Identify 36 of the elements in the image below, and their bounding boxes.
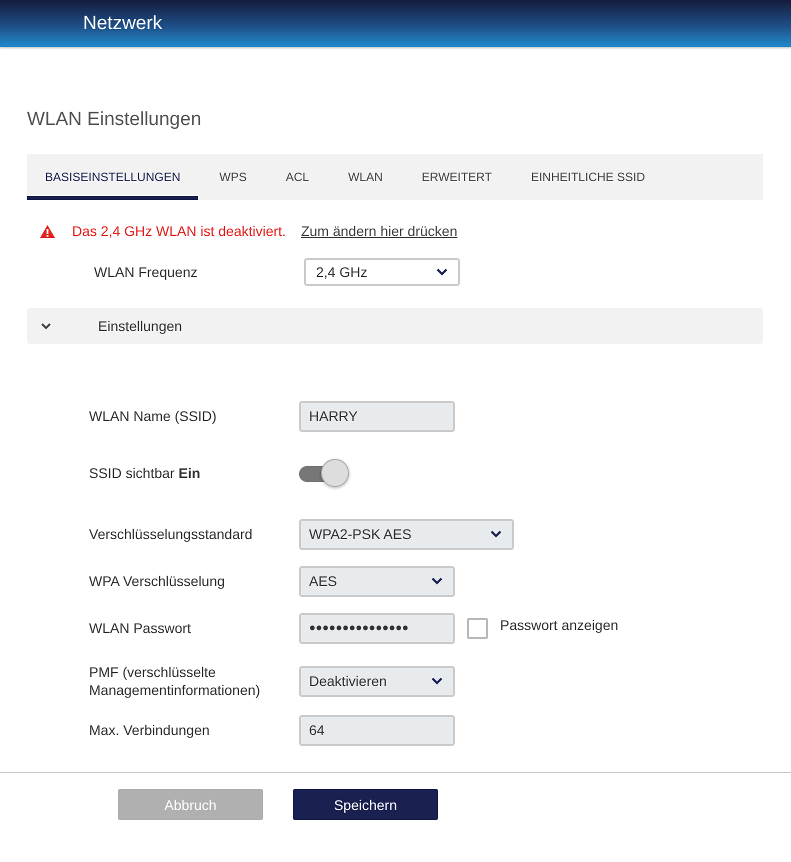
chevron-down-icon [431, 577, 443, 585]
save-button[interactable]: Speichern [293, 789, 438, 820]
app-title: Netzwerk [83, 12, 162, 34]
frequency-dropdown[interactable]: 2,4 GHz [304, 258, 460, 286]
tab[interactable]: EINHEITLICHE SSID [512, 154, 663, 200]
tab[interactable]: WLAN [330, 154, 401, 200]
chevron-down-icon [490, 530, 502, 538]
tab[interactable]: ACL [268, 154, 328, 200]
change-link[interactable]: Zum ändern hier drücken [300, 223, 458, 239]
field-label: Max. Verbindungen [89, 721, 211, 739]
field-label: WPA Verschlüsselung [89, 572, 226, 590]
field-label: Verschlüsselungsstandard [89, 525, 254, 543]
password-field[interactable]: ●●●●●●●●●●●●●●● [299, 612, 455, 644]
input-field[interactable]: 64 [299, 714, 455, 746]
tab[interactable]: WPS [201, 154, 265, 200]
tab[interactable]: BASISEINSTELLUNGEN [27, 154, 198, 200]
section-header[interactable]: Einstellungen [27, 308, 763, 344]
checkbox[interactable] [467, 618, 488, 638]
field-label: WLAN Name (SSID) [89, 407, 218, 425]
chevron-down-icon [436, 268, 448, 276]
field-label: WLAN Frequenz [94, 264, 198, 280]
chevron-down-icon [431, 677, 443, 685]
field-label: PMF (verschlüsselte Managementinformationen) [89, 663, 262, 699]
dropdown[interactable]: Deaktivieren [299, 666, 455, 696]
checkbox-label: Passwort anzeigen [500, 617, 618, 633]
input-field[interactable]: HARRY [299, 400, 455, 432]
warning-icon [40, 224, 55, 238]
warning-message: Das 2,4 GHz WLAN ist deaktiviert. [72, 223, 286, 239]
dropdown[interactable]: AES [299, 566, 455, 596]
toggle-switch[interactable] [299, 458, 351, 488]
field-label: WLAN Passwort [89, 619, 192, 637]
tab[interactable]: ERWEITERT [404, 154, 510, 200]
chevron-down-icon [41, 322, 51, 330]
page-title: WLAN Einstellungen [27, 109, 202, 132]
dropdown[interactable]: WPA2-PSK AES [299, 518, 514, 550]
field-label: SSID sichtbar Ein [89, 464, 202, 482]
